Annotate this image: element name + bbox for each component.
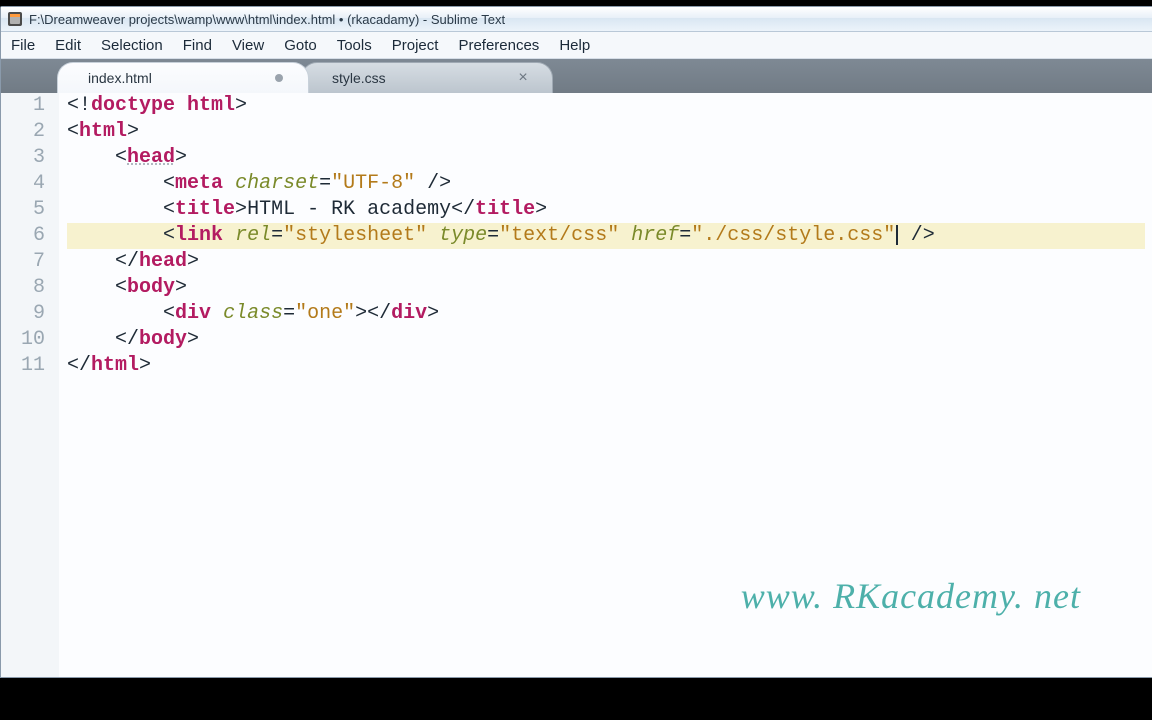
menu-find[interactable]: Find bbox=[173, 32, 222, 58]
gutter: 1 2 3 4 5 6 7 8 9 10 11 bbox=[1, 93, 59, 677]
line-number: 1 bbox=[1, 93, 59, 119]
line-number: 11 bbox=[1, 353, 59, 379]
tab-label: style.css bbox=[332, 70, 386, 86]
app-window: F:\Dreamweaver projects\wamp\www\html\in… bbox=[0, 6, 1152, 678]
code-line: <!doctype html> bbox=[67, 93, 1145, 119]
code-line: </head> bbox=[67, 249, 1145, 275]
menu-preferences[interactable]: Preferences bbox=[448, 32, 549, 58]
menu-tools[interactable]: Tools bbox=[327, 32, 382, 58]
menu-bar: File Edit Selection Find View Goto Tools… bbox=[1, 32, 1152, 59]
line-number: 9 bbox=[1, 301, 59, 327]
dirty-indicator-icon bbox=[270, 74, 288, 82]
editor[interactable]: 1 2 3 4 5 6 7 8 9 10 11 <!doctype html> … bbox=[1, 93, 1152, 677]
line-number: 4 bbox=[1, 171, 59, 197]
line-number: 6 bbox=[1, 223, 59, 249]
code-line: <html> bbox=[67, 119, 1145, 145]
code-line: </body> bbox=[67, 327, 1145, 353]
line-number: 8 bbox=[1, 275, 59, 301]
menu-file[interactable]: File bbox=[1, 32, 45, 58]
tab-bar: index.html style.css × bbox=[1, 59, 1152, 93]
text-cursor bbox=[896, 225, 898, 245]
window-title: F:\Dreamweaver projects\wamp\www\html\in… bbox=[29, 12, 505, 27]
tab-label: index.html bbox=[88, 70, 152, 86]
code-line-active: <link rel="stylesheet" type="text/css" h… bbox=[67, 223, 1145, 249]
tab-style[interactable]: style.css × bbox=[301, 62, 553, 93]
menu-edit[interactable]: Edit bbox=[45, 32, 91, 58]
close-icon[interactable]: × bbox=[514, 69, 532, 87]
code-line: </html> bbox=[67, 353, 1145, 379]
line-number: 7 bbox=[1, 249, 59, 275]
code-line: <div class="one"></div> bbox=[67, 301, 1145, 327]
line-number: 10 bbox=[1, 327, 59, 353]
code-area[interactable]: <!doctype html> <html> <head> <meta char… bbox=[59, 93, 1152, 677]
code-line: <body> bbox=[67, 275, 1145, 301]
code-line: <meta charset="UTF-8" /> bbox=[67, 171, 1145, 197]
code-line: <head> bbox=[67, 145, 1145, 171]
menu-selection[interactable]: Selection bbox=[91, 32, 173, 58]
line-number: 5 bbox=[1, 197, 59, 223]
tab-index[interactable]: index.html bbox=[57, 62, 309, 93]
app-icon bbox=[7, 11, 23, 27]
code-line: <title>HTML - RK academy</title> bbox=[67, 197, 1145, 223]
line-number: 2 bbox=[1, 119, 59, 145]
menu-view[interactable]: View bbox=[222, 32, 274, 58]
title-bar: F:\Dreamweaver projects\wamp\www\html\in… bbox=[1, 7, 1152, 32]
menu-help[interactable]: Help bbox=[549, 32, 600, 58]
menu-project[interactable]: Project bbox=[382, 32, 449, 58]
menu-goto[interactable]: Goto bbox=[274, 32, 327, 58]
line-number: 3 bbox=[1, 145, 59, 171]
watermark-text: www. RKacademy. net bbox=[741, 575, 1081, 617]
